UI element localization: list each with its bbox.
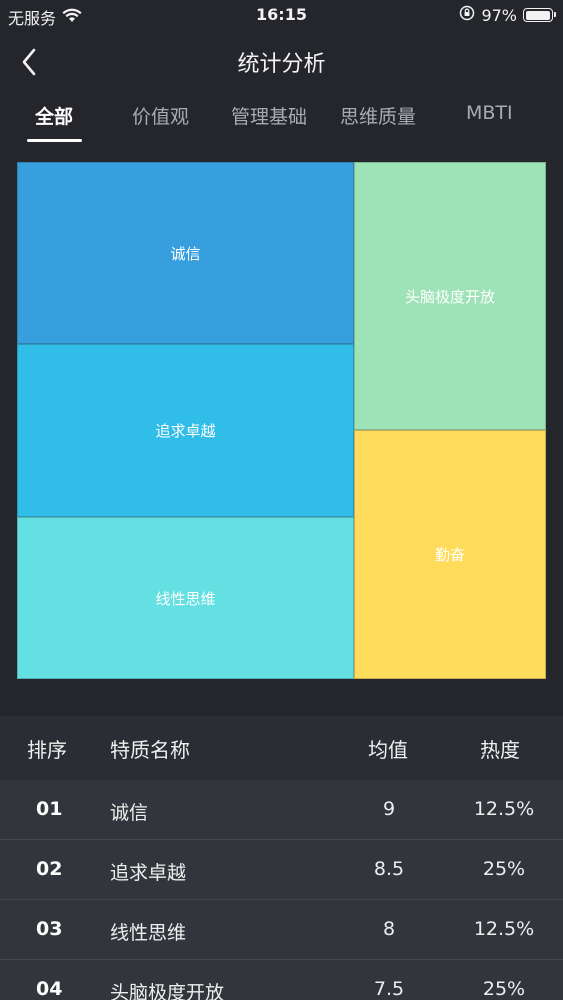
page-title: 统计分析 <box>237 52 326 77</box>
row-trait-name: 头脑极度开放 <box>110 982 225 1000</box>
battery-level-fill <box>525 10 550 20</box>
treemap-cell-diligence[interactable]: 勤奋 <box>354 430 546 679</box>
row-rank: 01 <box>36 798 63 820</box>
header-heat: 热度 <box>480 738 520 762</box>
treemap-cell-label: 诚信 <box>170 244 201 263</box>
treemap-chart: 诚信 追求卓越 线性思维 头脑极度开放 勤奋 <box>17 162 546 679</box>
table-header: 排序 特质名称 均值 热度 <box>0 716 563 780</box>
tab-all[interactable]: 全部 <box>35 102 73 129</box>
table-row[interactable]: 02 追求卓越 8.5 25% <box>0 840 563 900</box>
orientation-lock-icon <box>459 5 475 25</box>
row-trait-name: 线性思维 <box>110 922 187 944</box>
header-average: 均值 <box>368 738 408 762</box>
row-rank: 02 <box>36 858 63 880</box>
status-right: 97% <box>459 5 556 25</box>
treemap-cell-label: 勤奋 <box>434 546 465 564</box>
tab-thinking-quality[interactable]: 思维质量 <box>340 102 416 129</box>
table-row[interactable]: 01 诚信 9 12.5% <box>0 780 563 840</box>
treemap-cell-pursuit-of-excellence[interactable]: 追求卓越 <box>17 344 354 517</box>
table-row[interactable]: 03 线性思维 8 12.5% <box>0 900 563 960</box>
treemap-cell-integrity[interactable]: 诚信 <box>17 162 354 344</box>
row-rank: 04 <box>36 978 63 1000</box>
nav-bar: 统计分析 <box>0 36 563 84</box>
battery-icon <box>523 8 556 22</box>
row-average: 9 <box>382 798 396 820</box>
treemap-cell-label: 追求卓越 <box>155 422 216 440</box>
row-trait-name: 追求卓越 <box>110 862 187 884</box>
header-trait-name: 特质名称 <box>110 738 190 762</box>
battery-percent: 97% <box>481 5 517 25</box>
row-heat: 25% <box>482 858 526 880</box>
row-heat: 12.5% <box>473 918 535 940</box>
status-bar: 无服务 16:15 97% <box>0 0 563 30</box>
row-average: 7.5 <box>373 978 405 1000</box>
row-heat: 12.5% <box>473 798 535 820</box>
row-trait-name: 诚信 <box>110 802 149 824</box>
active-tab-indicator <box>27 139 82 142</box>
statistics-page: 无服务 16:15 97% 统计分析 全部 价值观 管理基础 思维质量 MBTI… <box>0 0 563 1000</box>
header-rank: 排序 <box>27 738 67 762</box>
table-row[interactable]: 04 头脑极度开放 7.5 25% <box>0 960 563 1000</box>
treemap-cell-label: 头脑极度开放 <box>404 287 495 306</box>
row-heat: 25% <box>482 978 526 1000</box>
tab-mbti[interactable]: MBTI <box>466 102 513 124</box>
treemap-cell-linear-thinking[interactable]: 线性思维 <box>17 517 354 679</box>
treemap-cell-open-minded[interactable]: 头脑极度开放 <box>354 162 546 430</box>
tab-values[interactable]: 价值观 <box>132 102 189 129</box>
row-average: 8 <box>382 918 396 940</box>
row-rank: 03 <box>36 918 63 940</box>
category-tabs: 全部 价值观 管理基础 思维质量 MBTI <box>0 96 563 144</box>
row-average: 8.5 <box>373 858 405 880</box>
treemap-cell-label: 线性思维 <box>155 589 216 608</box>
tab-management-basics[interactable]: 管理基础 <box>231 102 307 129</box>
